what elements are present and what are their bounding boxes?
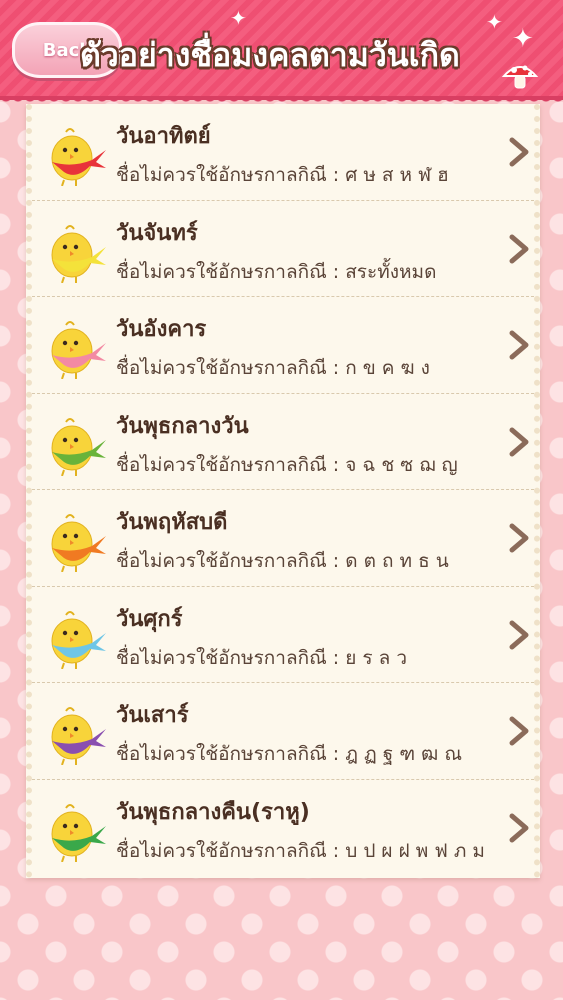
chick-icon xyxy=(51,417,106,476)
day-title: วันพุธกลางคืน(ราหู) xyxy=(116,799,310,825)
page-title: ตัวอย่างชื่อมงคลตามวันเกิด xyxy=(80,36,460,74)
chevron-right-icon xyxy=(509,137,529,167)
day-title: วันอาทิตย์ xyxy=(116,124,211,149)
day-forbidden-letters: ชื่อไม่ควรใช้อักษรกาลกิณี : ศ ษ ส ห ฬ ฮ xyxy=(116,164,449,186)
chick-icon xyxy=(51,707,106,765)
day-forbidden-letters: ชื่อไม่ควรใช้อักษรกาลกิณี : บ ป ผ ฝ พ ฟ … xyxy=(116,839,485,862)
birthday-day-list-card: วันอาทิตย์ ชื่อไม่ควรใช้อักษรกาลกิณี : ศ… xyxy=(26,104,540,878)
list-item-wednesday-night[interactable]: วันพุธกลางคืน(ราหู) ชื่อไม่ควรใช้อักษรกา… xyxy=(32,780,534,877)
chick-icon xyxy=(51,514,106,572)
day-forbidden-letters: ชื่อไม่ควรใช้อักษรกาลกิณี : สระทั้งหมด xyxy=(116,260,437,283)
day-title: วันอังคาร xyxy=(116,317,207,342)
day-title: วันพฤหัสบดี xyxy=(116,510,228,535)
mushroom-icon xyxy=(501,65,539,89)
list-item-tuesday[interactable]: วันอังคาร ชื่อไม่ควรใช้อักษรกาลกิณี : ก … xyxy=(32,297,534,394)
chevron-right-icon xyxy=(509,716,529,746)
day-title: วันเสาร์ xyxy=(116,703,189,728)
chick-icon xyxy=(51,803,106,862)
chevron-right-icon xyxy=(509,234,529,263)
chick-icon xyxy=(51,610,106,669)
day-forbidden-letters: ชื่อไม่ควรใช้อักษรกาลกิณี : ด ต ถ ท ธ น xyxy=(116,550,449,572)
day-title: วันจันทร์ xyxy=(116,220,198,246)
day-forbidden-letters: ชื่อไม่ควรใช้อักษรกาลกิณี : ก ข ค ฆ ง xyxy=(116,357,430,379)
chick-icon xyxy=(51,321,106,379)
day-title: วันศุกร์ xyxy=(116,606,183,632)
sparkle-icon: ✦ xyxy=(512,24,534,54)
list-item-sunday[interactable]: วันอาทิตย์ ชื่อไม่ควรใช้อักษรกาลกิณี : ศ… xyxy=(32,104,534,201)
list-item-friday[interactable]: วันศุกร์ ชื่อไม่ควรใช้อักษรกาลกิณี : ย ร… xyxy=(32,587,534,683)
day-title: วันพุธกลางวัน xyxy=(116,413,249,439)
day-forbidden-letters: ชื่อไม่ควรใช้อักษรกาลกิณี : จ ฉ ช ซ ฌ ญ xyxy=(116,453,458,476)
day-list: วันอาทิตย์ ชื่อไม่ควรใช้อักษรกาลกิณี : ศ… xyxy=(32,104,534,876)
chevron-right-icon xyxy=(509,330,529,360)
list-item-saturday[interactable]: วันเสาร์ ชื่อไม่ควรใช้อักษรกาลกิณี : ฎ ฏ… xyxy=(32,683,534,780)
sparkle-icon: ✦ xyxy=(230,6,247,30)
chevron-right-icon xyxy=(509,523,529,553)
chick-icon xyxy=(51,224,106,283)
sparkle-icon: ✦ xyxy=(486,10,503,34)
list-item-monday[interactable]: วันจันทร์ ชื่อไม่ควรใช้อักษรกาลกิณี : สร… xyxy=(32,201,534,297)
chevron-right-icon xyxy=(509,427,529,456)
chevron-right-icon xyxy=(509,813,529,842)
list-item-wednesday-day[interactable]: วันพุธกลางวัน ชื่อไม่ควรใช้อักษรกาลกิณี … xyxy=(32,394,534,490)
day-forbidden-letters: ชื่อไม่ควรใช้อักษรกาลกิณี : ฎ ฏ ฐ ฑ ฒ ณ xyxy=(116,743,462,765)
chevron-right-icon xyxy=(509,620,529,649)
day-forbidden-letters: ชื่อไม่ควรใช้อักษรกาลกิณี : ย ร ล ว xyxy=(116,646,407,669)
chick-icon xyxy=(51,128,106,186)
list-item-thursday[interactable]: วันพฤหัสบดี ชื่อไม่ควรใช้อักษรกาลกิณี : … xyxy=(32,490,534,587)
header-bar: Back ตัวอย่างชื่อมงคลตามวันเกิด ✦ ✦ ✦ xyxy=(0,0,563,108)
